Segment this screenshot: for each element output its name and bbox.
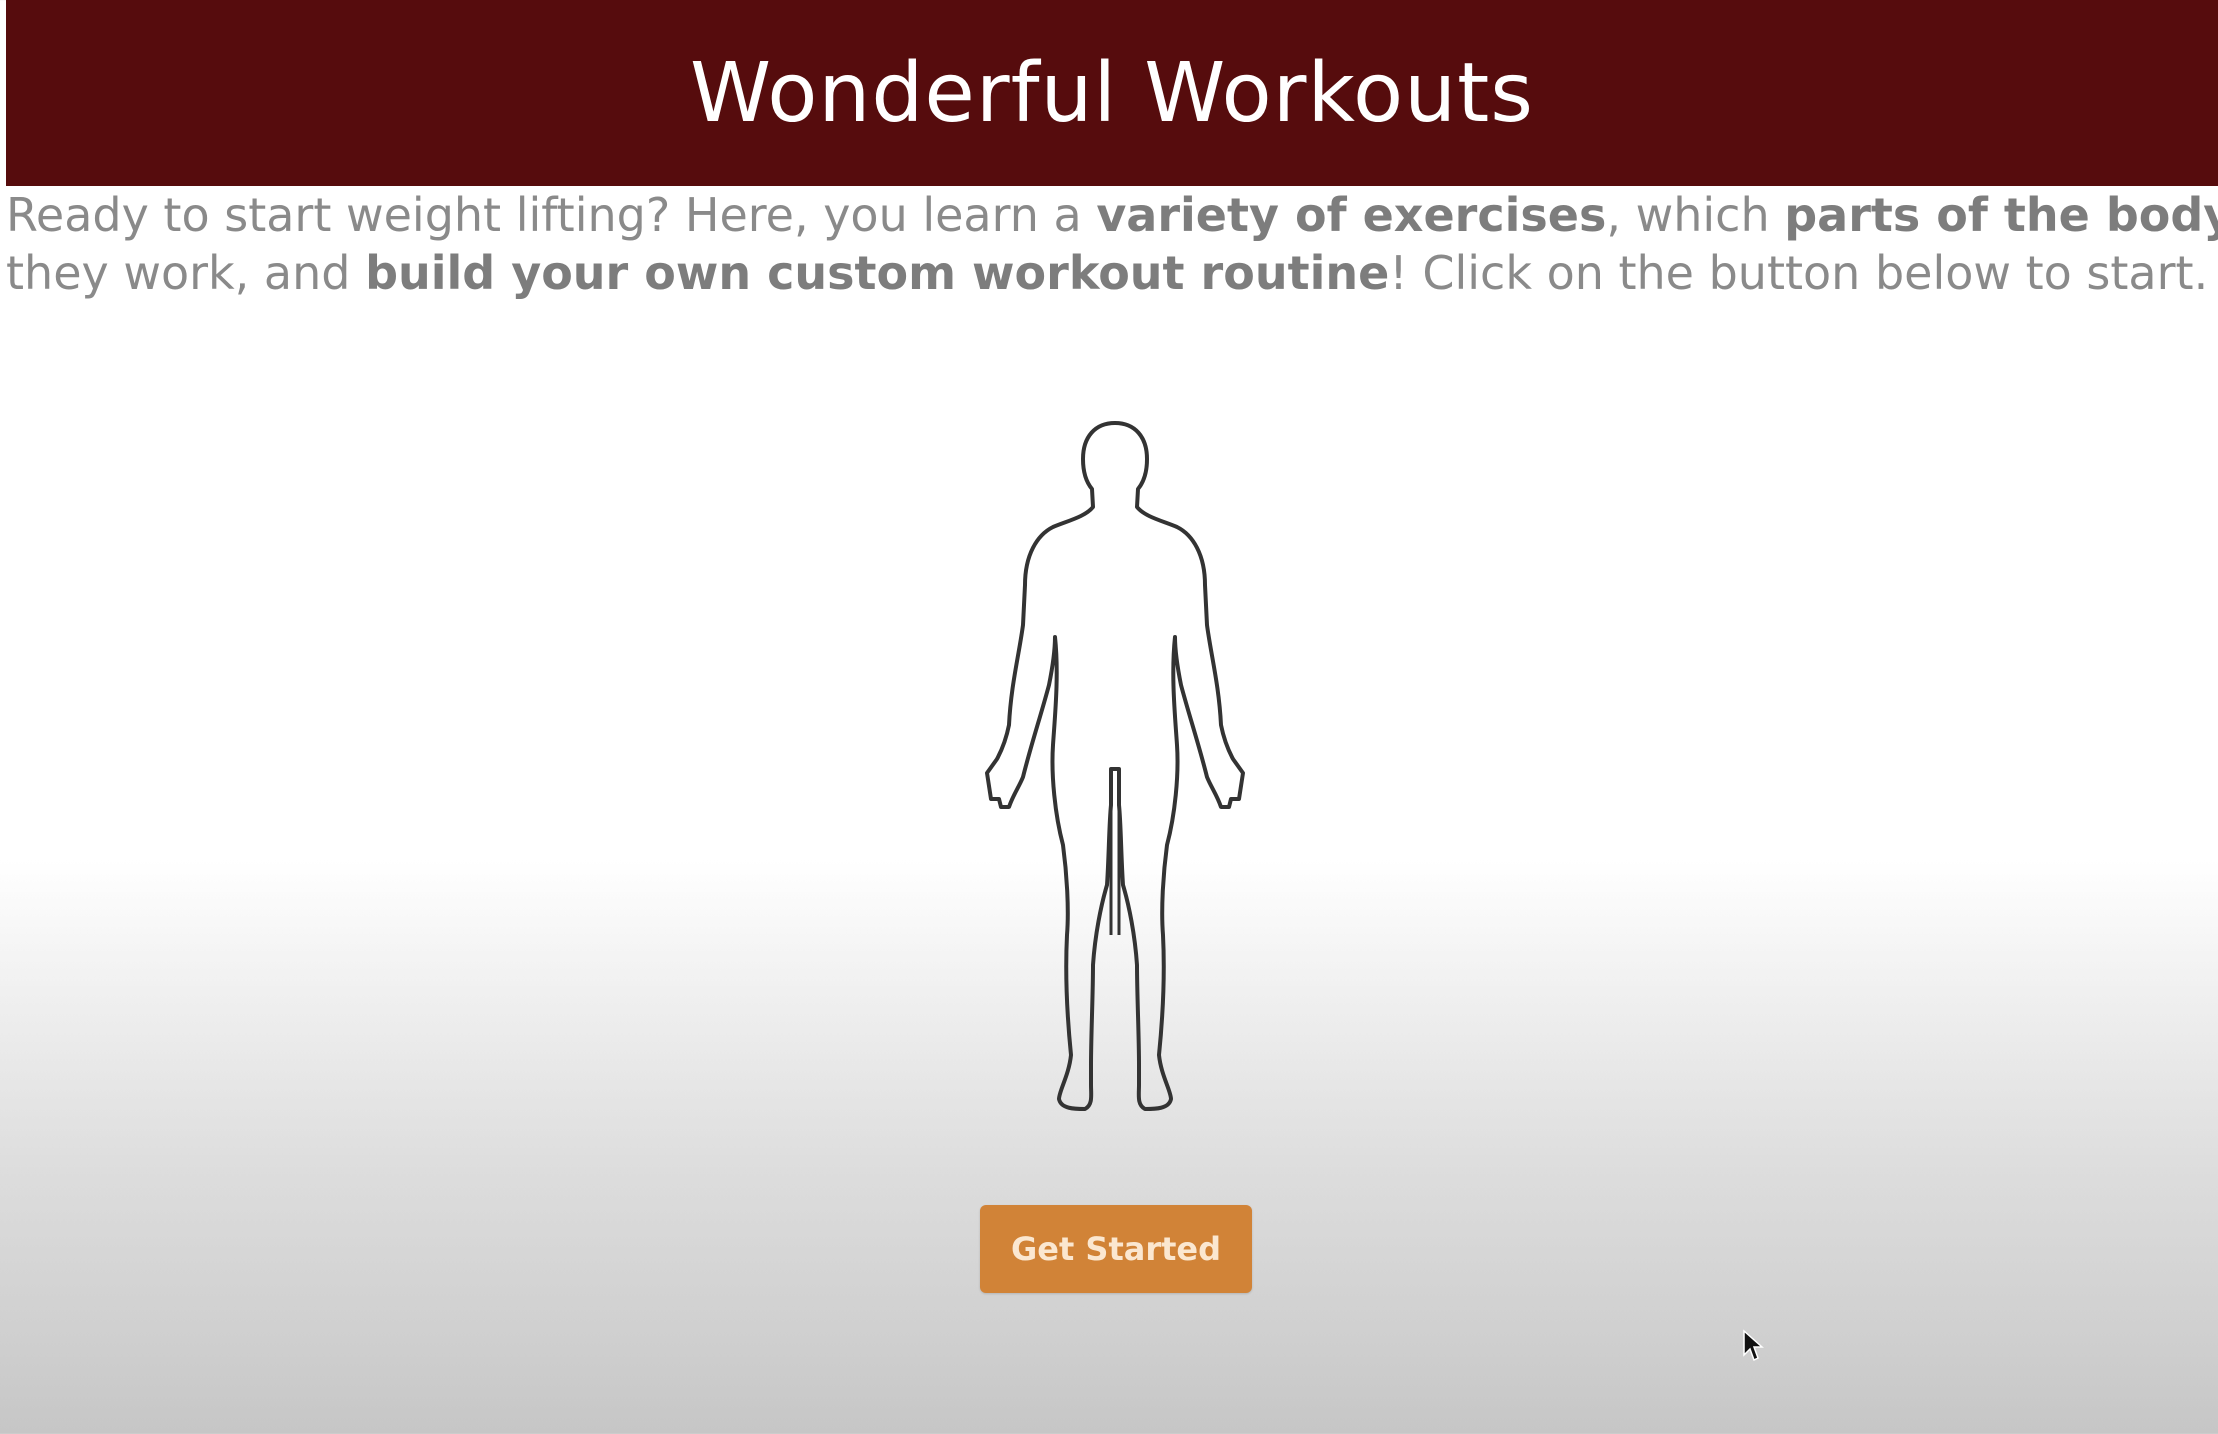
intro-line2-part1: they work, and: [6, 246, 366, 300]
intro-highlight-routine: build your own custom workout routine: [365, 246, 1390, 300]
intro-line2-part2: ! Click on the button below to start.: [1389, 246, 2209, 300]
intro-text: Ready to start weight lifting? Here, you…: [6, 186, 2218, 302]
page-title: Wonderful Workouts: [689, 45, 1535, 141]
app-header: Wonderful Workouts: [6, 0, 2218, 186]
intro-highlight-exercises: variety of exercises: [1096, 188, 1607, 242]
human-body-outline-icon: [975, 415, 1255, 1115]
intro-line1-part1: Ready to start weight lifting? Here, you…: [6, 188, 1097, 242]
intro-highlight-body-parts: parts of the body: [1784, 188, 2218, 242]
intro-line1-part2: , which: [1606, 188, 1785, 242]
get-started-button[interactable]: Get Started: [980, 1205, 1252, 1293]
mouse-cursor-icon: [1742, 1329, 1764, 1363]
